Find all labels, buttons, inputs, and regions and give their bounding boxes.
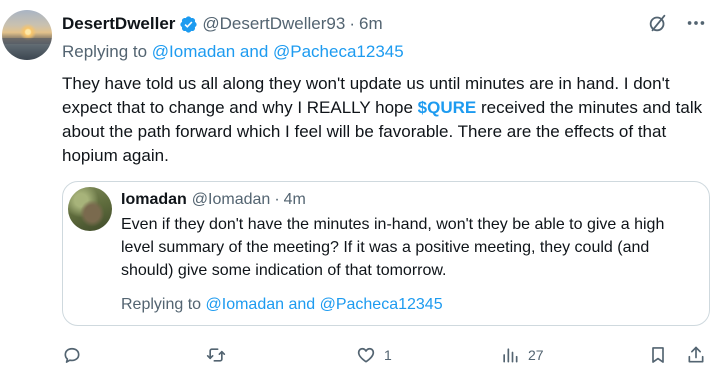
bookmark-button[interactable]	[648, 345, 668, 365]
quote-text: Even if they don't have the minutes in-h…	[121, 216, 665, 279]
tweet-timestamp[interactable]: 6m	[359, 14, 383, 34]
share-button[interactable]	[686, 345, 706, 365]
cashtag-link[interactable]: $QURE	[418, 98, 477, 117]
verified-badge-icon	[179, 15, 198, 34]
quote-timestamp[interactable]: 4m	[284, 191, 306, 209]
heart-icon	[356, 345, 376, 365]
tweet-top-actions	[647, 12, 707, 34]
views-count: 27	[528, 347, 544, 363]
bookmark-icon	[648, 345, 668, 365]
author-name[interactable]: DesertDweller	[62, 14, 175, 34]
more-icon[interactable]	[685, 12, 707, 34]
tweet-text: They have told us all along they won't u…	[62, 72, 714, 168]
reply-button[interactable]	[62, 345, 90, 365]
views-icon	[500, 345, 520, 365]
author-handle[interactable]: @DesertDweller93	[202, 14, 345, 34]
like-button[interactable]: 1	[356, 345, 392, 365]
author-avatar[interactable]	[2, 10, 52, 60]
avatar-shoreline	[2, 38, 52, 44]
quote-replying-prefix: Replying to	[121, 296, 206, 313]
tweet-action-bar: 1 27	[62, 345, 712, 367]
replying-to: Replying to @Iomadan and @Pacheca12345	[62, 42, 404, 62]
quote-author-name[interactable]: Iomadan	[121, 191, 187, 209]
quote-replying-to: Replying to @Iomadan and @Pacheca12345	[121, 296, 443, 314]
views-button[interactable]: 27	[500, 345, 544, 365]
quote-replying-mentions[interactable]: @Iomadan and @Pacheca12345	[206, 296, 443, 313]
replying-prefix: Replying to	[62, 42, 152, 61]
reply-icon	[62, 345, 82, 365]
quote-header: Iomadan @Iomadan · 4m	[121, 190, 306, 210]
retweet-icon	[206, 345, 226, 365]
like-count: 1	[384, 347, 392, 363]
header-separator: ·	[349, 14, 355, 33]
quote-header-separator: ·	[274, 191, 280, 208]
quote-author-avatar[interactable]	[68, 187, 112, 231]
retweet-button[interactable]	[206, 345, 234, 365]
share-icon	[686, 345, 706, 365]
quote-author-handle[interactable]: @Iomadan	[192, 191, 271, 209]
grok-icon[interactable]	[647, 12, 669, 34]
replying-mentions[interactable]: @Iomadan and @Pacheca12345	[152, 42, 404, 61]
quoted-tweet[interactable]: Iomadan @Iomadan · 4m Even if they don't…	[62, 181, 710, 326]
tweet-header: DesertDweller @DesertDweller93 · 6m	[62, 13, 383, 35]
